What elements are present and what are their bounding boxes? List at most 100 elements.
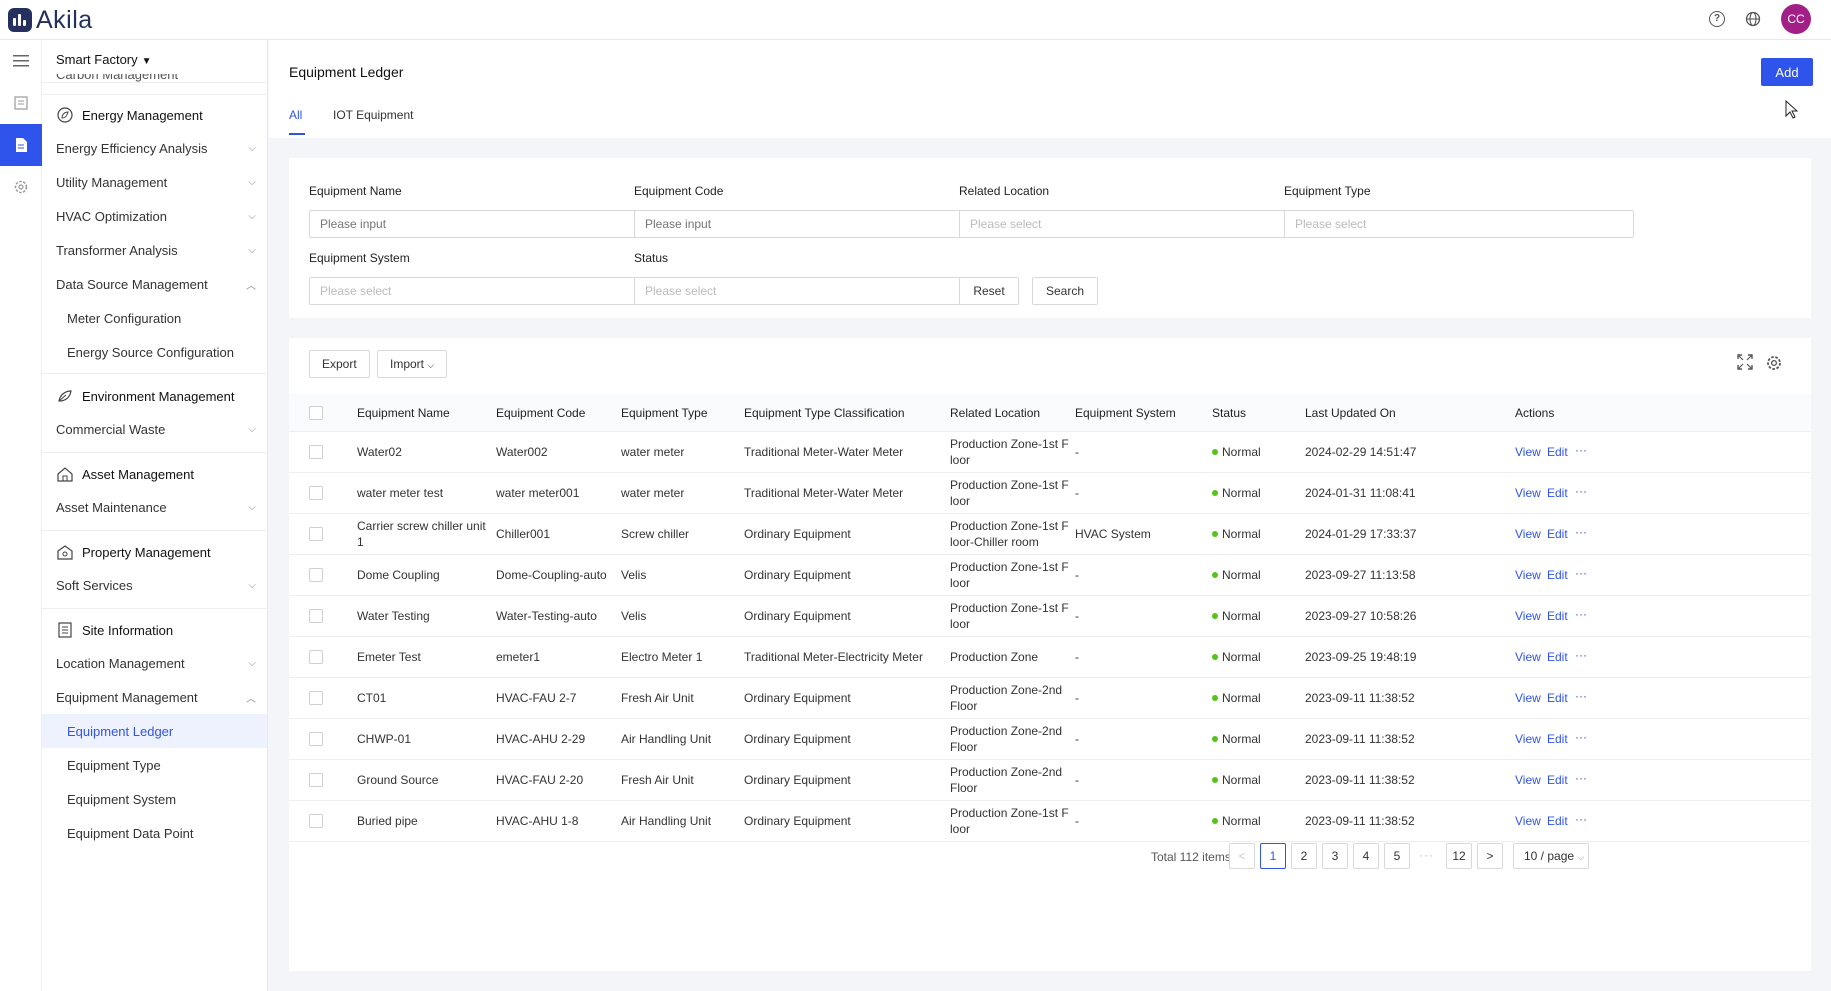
row-checkbox[interactable] (309, 568, 323, 582)
more-actions-icon[interactable]: ··· (1575, 729, 1587, 745)
globe-icon[interactable] (1745, 11, 1761, 27)
project-selector[interactable]: Smart Factory ▼ (56, 52, 152, 67)
row-checkbox[interactable] (309, 486, 323, 500)
more-actions-icon[interactable]: ··· (1575, 811, 1587, 827)
prev-page-button[interactable]: < (1229, 843, 1255, 869)
tab-iot-equipment[interactable]: IOT Equipment (333, 108, 413, 122)
equipment-type-select[interactable]: Please select (1284, 210, 1634, 238)
view-link[interactable]: View (1515, 608, 1541, 624)
sidebar-item-equipment-data-point[interactable]: Equipment Data Point (67, 826, 193, 841)
sidebar-item-utility[interactable]: Utility Management ⌵ (56, 175, 256, 190)
sidebar-item-meter-config[interactable]: Meter Configuration (67, 311, 181, 326)
edit-link[interactable]: Edit (1547, 813, 1568, 829)
view-link[interactable]: View (1515, 485, 1541, 501)
equipment-system-select[interactable]: Please select (309, 277, 659, 305)
group-site-information[interactable]: Site Information (56, 621, 173, 639)
sidebar-item-equipment-type[interactable]: Equipment Type (67, 758, 161, 773)
sidebar-item-location-mgmt[interactable]: Location Management ⌵ (56, 656, 256, 671)
sidebar-item-soft-services[interactable]: Soft Services ⌵ (56, 578, 256, 593)
row-checkbox[interactable] (309, 814, 323, 828)
row-checkbox[interactable] (309, 609, 323, 623)
search-button[interactable]: Search (1032, 277, 1098, 305)
edit-link[interactable]: Edit (1547, 649, 1568, 665)
column-header[interactable]: Related Location (950, 406, 1040, 420)
user-avatar[interactable]: CC (1781, 4, 1811, 34)
reset-button[interactable]: Reset (959, 277, 1019, 305)
brand-logo[interactable]: Akila (8, 6, 93, 34)
sidebar-item-transformer[interactable]: Transformer Analysis ⌵ (56, 243, 256, 258)
row-checkbox[interactable] (309, 527, 323, 541)
page-ellipsis[interactable]: ··· (1419, 848, 1434, 862)
view-link[interactable]: View (1515, 813, 1541, 829)
edit-link[interactable]: Edit (1547, 526, 1568, 542)
related-location-select[interactable]: Please select (959, 210, 1309, 238)
column-header[interactable]: Equipment Type Classification (744, 406, 905, 420)
group-property-management[interactable]: Property Management (56, 543, 211, 561)
equipment-code-input[interactable] (634, 210, 984, 238)
equipment-name-input[interactable] (309, 210, 659, 238)
help-icon[interactable]: ? (1709, 11, 1725, 27)
next-page-button[interactable]: > (1477, 843, 1503, 869)
row-checkbox[interactable] (309, 650, 323, 664)
edit-link[interactable]: Edit (1547, 772, 1568, 788)
page-button[interactable]: 1 (1260, 843, 1286, 869)
sidebar-item-asset-maintenance[interactable]: Asset Maintenance ⌵ (56, 500, 256, 515)
column-header[interactable]: Status (1212, 406, 1246, 420)
settings-icon[interactable] (1765, 354, 1783, 372)
column-header[interactable]: Equipment Type (621, 406, 708, 420)
page-button[interactable]: 2 (1291, 843, 1317, 869)
column-header[interactable]: Equipment Name (357, 406, 450, 420)
more-actions-icon[interactable]: ··· (1575, 606, 1587, 622)
more-actions-icon[interactable]: ··· (1575, 483, 1587, 499)
export-button[interactable]: Export (309, 350, 370, 378)
menu-toggle-icon[interactable] (0, 40, 42, 82)
select-all-checkbox[interactable] (309, 406, 323, 420)
view-link[interactable]: View (1515, 772, 1541, 788)
more-actions-icon[interactable]: ··· (1575, 565, 1587, 581)
document-icon[interactable] (0, 124, 42, 166)
more-actions-icon[interactable]: ··· (1575, 688, 1587, 704)
view-link[interactable]: View (1515, 526, 1541, 542)
sidebar-item-commercial-waste[interactable]: Commercial Waste ⌵ (56, 422, 256, 437)
view-link[interactable]: View (1515, 444, 1541, 460)
page-size-select[interactable]: 10 / page ⌵ (1513, 843, 1589, 869)
sidebar-item-equipment-mgmt[interactable]: Equipment Management ︿ (56, 690, 256, 705)
more-actions-icon[interactable]: ··· (1575, 524, 1587, 540)
page-button[interactable]: 4 (1353, 843, 1379, 869)
page-button[interactable]: 5 (1384, 843, 1410, 869)
sidebar-item-energy-source-config[interactable]: Energy Source Configuration (67, 345, 234, 360)
sidebar-item-hvac[interactable]: HVAC Optimization ⌵ (56, 209, 256, 224)
column-header[interactable]: Equipment System (1075, 406, 1176, 420)
more-actions-icon[interactable]: ··· (1575, 770, 1587, 786)
row-checkbox[interactable] (309, 773, 323, 787)
page-button[interactable]: 12 (1446, 843, 1472, 869)
group-energy-management[interactable]: Energy Management (56, 106, 203, 124)
view-link[interactable]: View (1515, 690, 1541, 706)
sidebar-item-data-source[interactable]: Data Source Management ︿ (56, 277, 256, 292)
more-actions-icon[interactable]: ··· (1575, 647, 1587, 663)
edit-link[interactable]: Edit (1547, 485, 1568, 501)
row-checkbox[interactable] (309, 732, 323, 746)
sidebar-item-carbon[interactable]: Carbon Management (56, 74, 178, 82)
edit-link[interactable]: Edit (1547, 731, 1568, 747)
column-header[interactable]: Last Updated On (1305, 406, 1396, 420)
row-checkbox[interactable] (309, 445, 323, 459)
status-select[interactable]: Please select ⌵ (634, 277, 984, 305)
column-header[interactable]: Equipment Code (496, 406, 585, 420)
page-button[interactable]: 3 (1322, 843, 1348, 869)
dashboard-icon[interactable] (0, 82, 42, 124)
settings-icon[interactable] (0, 166, 42, 208)
sidebar-item-equipment-ledger[interactable]: Equipment Ledger (67, 724, 173, 739)
tab-all[interactable]: All (289, 108, 302, 122)
edit-link[interactable]: Edit (1547, 690, 1568, 706)
import-button[interactable]: Import ⌵ (377, 350, 448, 378)
edit-link[interactable]: Edit (1547, 444, 1568, 460)
add-button[interactable]: Add (1761, 58, 1813, 86)
row-checkbox[interactable] (309, 691, 323, 705)
sidebar-item-equipment-system[interactable]: Equipment System (67, 792, 176, 807)
group-asset-management[interactable]: Asset Management (56, 465, 194, 483)
edit-link[interactable]: Edit (1547, 567, 1568, 583)
sidebar-item-energy-efficiency[interactable]: Energy Efficiency Analysis ⌵ (56, 141, 256, 156)
view-link[interactable]: View (1515, 567, 1541, 583)
more-actions-icon[interactable]: ··· (1575, 442, 1587, 458)
